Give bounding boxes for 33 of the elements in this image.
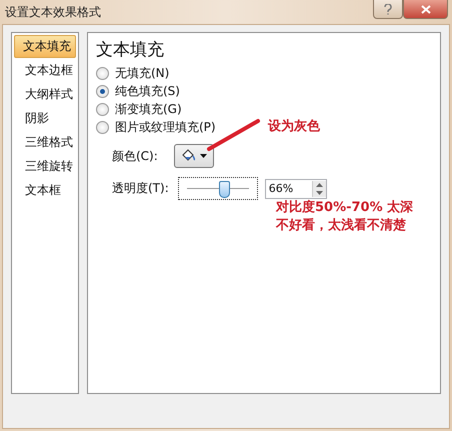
close-button[interactable] <box>403 0 448 19</box>
category-item[interactable]: 三维旋转 <box>14 155 76 178</box>
color-label: 颜色(C): <box>112 148 158 164</box>
annotation-text: 对比度50%-70% 太深不好看，太浅看不清楚 <box>276 199 414 235</box>
transparency-slider[interactable] <box>178 177 258 200</box>
radio-button[interactable] <box>96 66 109 80</box>
section-title: 文本填充 <box>96 39 165 61</box>
color-picker-button[interactable] <box>174 144 214 168</box>
close-icon <box>420 4 430 14</box>
transparency-label: 透明度(T): <box>112 180 169 197</box>
category-item[interactable]: 文本框 <box>14 179 76 202</box>
window-title: 设置文本效果格式 <box>5 4 102 20</box>
help-icon <box>384 4 392 14</box>
paint-bucket-icon <box>180 149 196 163</box>
transparency-field[interactable]: 66% <box>264 178 327 198</box>
radio-label: 渐变填充(G) <box>115 100 182 118</box>
radio-label: 纯色填充(S) <box>115 82 180 100</box>
category-item[interactable]: 文本边框 <box>14 59 76 82</box>
radio-button[interactable] <box>96 84 109 98</box>
down-arrow-icon[interactable] <box>316 190 323 194</box>
category-item[interactable]: 大纲样式 <box>14 83 76 106</box>
category-item[interactable]: 阴影 <box>14 107 76 130</box>
help-button[interactable] <box>373 0 403 19</box>
up-arrow-icon[interactable] <box>316 182 323 186</box>
category-item[interactable]: 文本填充 <box>14 35 76 58</box>
radio-button[interactable] <box>96 102 109 116</box>
radio-button[interactable] <box>96 120 109 134</box>
annotation-text: 设为灰色 <box>268 118 320 136</box>
radio-label: 图片或纹理填充(P) <box>115 118 216 136</box>
category-item[interactable]: 三维格式 <box>14 131 76 154</box>
slider-thumb[interactable] <box>218 181 230 198</box>
radio-label: 无填充(N) <box>115 64 170 82</box>
caret-icon <box>200 154 207 158</box>
